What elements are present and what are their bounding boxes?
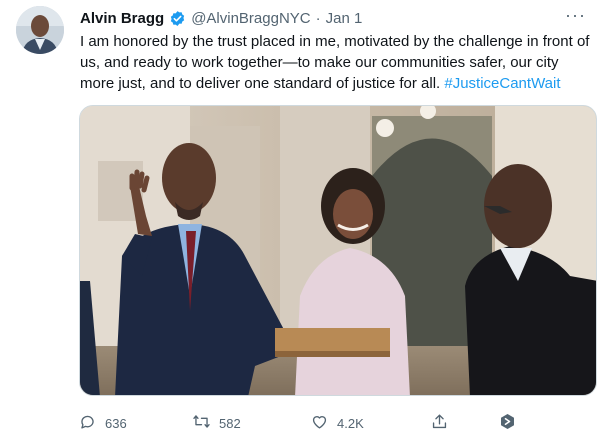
tweet-text: I am honored by the trust placed in me, … xyxy=(80,31,590,94)
author-name[interactable]: Alvin Bragg xyxy=(80,10,164,27)
like-icon xyxy=(310,412,329,434)
avatar[interactable] xyxy=(16,6,64,54)
reply-count: 636 xyxy=(105,415,127,431)
hashtag-link[interactable]: #JusticeCantWait xyxy=(444,75,560,92)
retweet-button[interactable]: 582 xyxy=(192,412,241,434)
like-count: 4.2K xyxy=(337,415,364,431)
tweet-header: Alvin Bragg @AlvinBraggNYC · Jan 1 xyxy=(80,8,560,28)
share-icon xyxy=(430,412,449,434)
retweet-icon xyxy=(192,412,211,434)
tweet-photo[interactable] xyxy=(79,105,597,396)
tweet-date[interactable]: Jan 1 xyxy=(326,10,363,27)
verified-badge-icon xyxy=(169,10,186,27)
reply-button[interactable]: 636 xyxy=(78,412,127,434)
author-handle[interactable]: @AlvinBraggNYC xyxy=(191,10,310,27)
share-button[interactable] xyxy=(430,412,449,434)
reply-icon xyxy=(78,412,97,434)
separator-dot: · xyxy=(315,9,321,27)
extension-icon xyxy=(498,412,517,434)
extension-button[interactable] xyxy=(498,412,517,434)
swearing-in-photo xyxy=(80,106,596,395)
retweet-count: 582 xyxy=(219,415,241,431)
tweet-actions: 636 582 4.2K xyxy=(78,408,538,438)
like-button[interactable]: 4.2K xyxy=(310,412,364,434)
more-icon[interactable]: ··· xyxy=(565,6,586,24)
